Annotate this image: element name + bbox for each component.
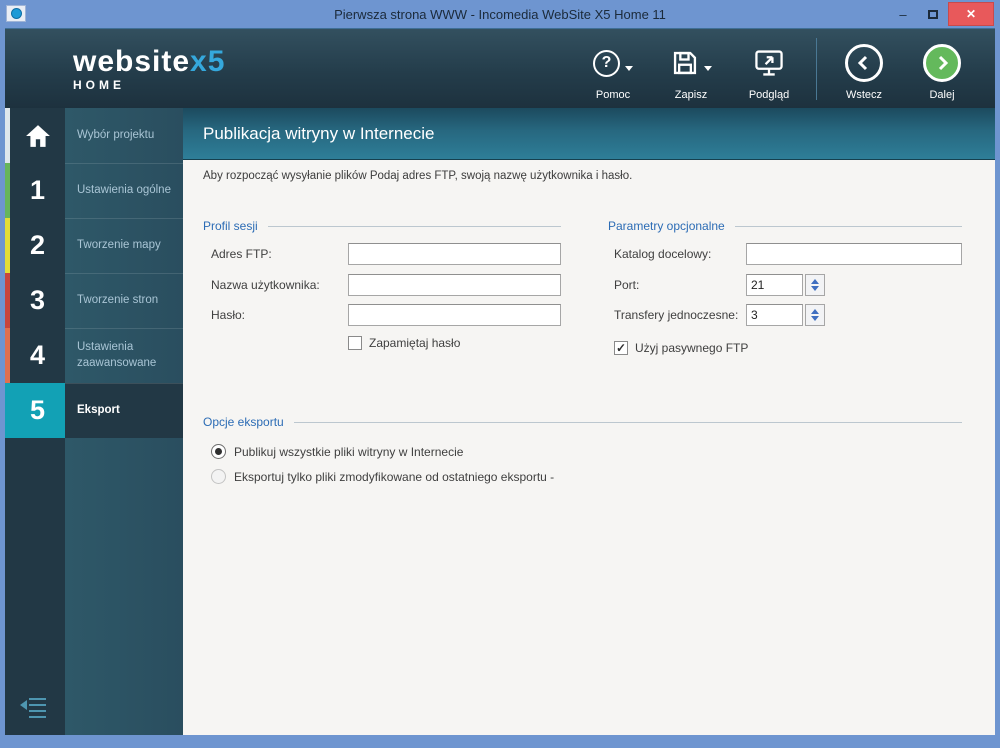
section-title: Parametry opcjonalne [608, 219, 725, 233]
export-modified-only-radio[interactable]: Eksportuj tylko pliki zmodyfikowane od o… [211, 469, 554, 484]
brand-x5: x5 [190, 44, 226, 78]
toolbar-separator [816, 38, 817, 100]
spin-down-icon [811, 286, 819, 291]
ftp-address-label: Adres FTP: [211, 247, 272, 261]
port-label: Port: [614, 278, 640, 292]
help-icon: ? [593, 49, 620, 77]
port-stepper[interactable] [805, 274, 825, 296]
minimize-button[interactable]: – [888, 3, 918, 25]
section-divider [293, 421, 962, 423]
ftp-address-input[interactable] [348, 243, 561, 265]
username-label: Nazwa użytkownika: [211, 278, 320, 292]
checkbox-icon [348, 336, 362, 350]
remember-password-checkbox[interactable]: Zapamiętaj hasło [348, 336, 460, 350]
step-number: 3 [10, 273, 65, 328]
remember-password-label: Zapamiętaj hasło [369, 336, 461, 350]
sidebar-item-label: Ustawienia ogólne [65, 163, 183, 218]
step-number: 1 [10, 163, 65, 218]
username-input[interactable] [348, 274, 561, 296]
destination-folder-input[interactable] [746, 243, 962, 265]
preview-icon [755, 50, 783, 76]
passive-ftp-checkbox[interactable]: ✓ Użyj pasywnego FTP [614, 341, 748, 355]
checkbox-checked-icon: ✓ [614, 341, 628, 355]
simultaneous-transfers-label: Transfery jednoczesne: [614, 308, 739, 322]
step-number: 4 [10, 328, 65, 383]
close-button[interactable]: ✕ [948, 2, 994, 26]
sidebar-filler [5, 438, 183, 735]
save-button[interactable]: Zapisz [652, 41, 730, 101]
section-divider [734, 225, 962, 227]
maximize-icon [928, 9, 938, 19]
brand-home: HOME [73, 77, 125, 92]
transfers-stepper[interactable] [805, 304, 825, 326]
publish-all-files-label: Publikuj wszystkie pliki witryny w Inter… [234, 444, 464, 459]
page-title: Publikacja witryny w Internecie [183, 108, 995, 160]
sidebar-item-project-selection[interactable]: Wybór projektu [5, 108, 183, 163]
sidebar-item-label: Ustawienia zaawansowane [65, 328, 183, 383]
next-label: Dalej [929, 89, 955, 101]
steps-sidebar: Wybór projektu 1 Ustawienia ogólne 2 Two… [5, 108, 183, 735]
home-icon [10, 108, 65, 163]
app-window: Pierwsza strona WWW - Incomedia WebSite … [0, 0, 1000, 748]
sidebar-item-label: Tworzenie stron [65, 273, 183, 328]
spin-down-icon [811, 316, 819, 321]
help-label: Pomoc [595, 89, 631, 101]
collapse-sidebar-icon [20, 698, 46, 718]
sidebar-item-label: Tworzenie mapy [65, 218, 183, 273]
brand-website: website [73, 44, 191, 78]
section-title: Profil sesji [203, 219, 258, 233]
preview-label: Podgląd [748, 89, 790, 101]
maximize-button[interactable] [918, 3, 948, 25]
dropdown-arrow-icon [703, 65, 712, 71]
radio-unselected-icon [211, 469, 226, 484]
session-profile-section: Profil sesji [203, 218, 561, 234]
sidebar-item-page-creation[interactable]: 3 Tworzenie stron [5, 273, 183, 328]
password-input[interactable] [348, 304, 561, 326]
back-button[interactable]: Wstecz [825, 41, 903, 101]
export-modified-only-label: Eksportuj tylko pliki zmodyfikowane od o… [234, 469, 555, 484]
passive-ftp-label: Użyj pasywnego FTP [635, 341, 749, 355]
save-label: Zapisz [674, 89, 708, 101]
sidebar-item-label: Eksport [65, 383, 183, 438]
section-divider [267, 225, 561, 227]
publish-all-files-radio[interactable]: Publikuj wszystkie pliki witryny w Inter… [211, 444, 463, 459]
app-logo-icon [6, 5, 26, 22]
step-number: 2 [10, 218, 65, 273]
sidebar-item-general-settings[interactable]: 1 Ustawienia ogólne [5, 163, 183, 218]
window-title: Pierwsza strona WWW - Incomedia WebSite … [334, 6, 666, 22]
optional-params-section: Parametry opcjonalne [608, 218, 962, 234]
titlebar: Pierwsza strona WWW - Incomedia WebSite … [0, 0, 1000, 28]
collapse-sidebar-button[interactable] [19, 696, 47, 723]
port-input[interactable] [746, 274, 803, 296]
spin-up-icon [811, 279, 819, 284]
help-button[interactable]: ? Pomoc [574, 41, 652, 101]
save-icon [673, 51, 696, 75]
section-title: Opcje eksportu [203, 415, 284, 429]
step-number: 5 [10, 383, 65, 438]
next-icon [923, 44, 961, 82]
destination-folder-label: Katalog docelowy: [614, 247, 712, 261]
back-label: Wstecz [845, 89, 883, 101]
sidebar-item-export[interactable]: 5 Eksport [5, 383, 183, 438]
dropdown-arrow-icon [625, 65, 633, 71]
spin-up-icon [811, 309, 819, 314]
password-label: Hasło: [211, 308, 246, 322]
brand-logo: websitex5 HOME [73, 44, 226, 92]
export-options-section: Opcje eksportu [203, 414, 962, 430]
page-description: Aby rozpocząć wysyłanie plików Podaj adr… [203, 170, 633, 182]
simultaneous-transfers-input[interactable] [746, 304, 803, 326]
preview-button[interactable]: Podgląd [730, 41, 808, 101]
main-content: Publikacja witryny w Internecie Aby rozp… [183, 108, 995, 735]
sidebar-item-label: Wybór projektu [65, 108, 183, 163]
radio-selected-icon [211, 444, 226, 459]
back-icon [845, 44, 883, 82]
next-button[interactable]: Dalej [903, 41, 981, 101]
sidebar-item-map-creation[interactable]: 2 Tworzenie mapy [5, 218, 183, 273]
sidebar-item-advanced-settings[interactable]: 4 Ustawienia zaawansowane [5, 328, 183, 383]
toolbar: websitex5 HOME ? Pomoc Zapisz Podgląd Ws… [5, 28, 995, 108]
